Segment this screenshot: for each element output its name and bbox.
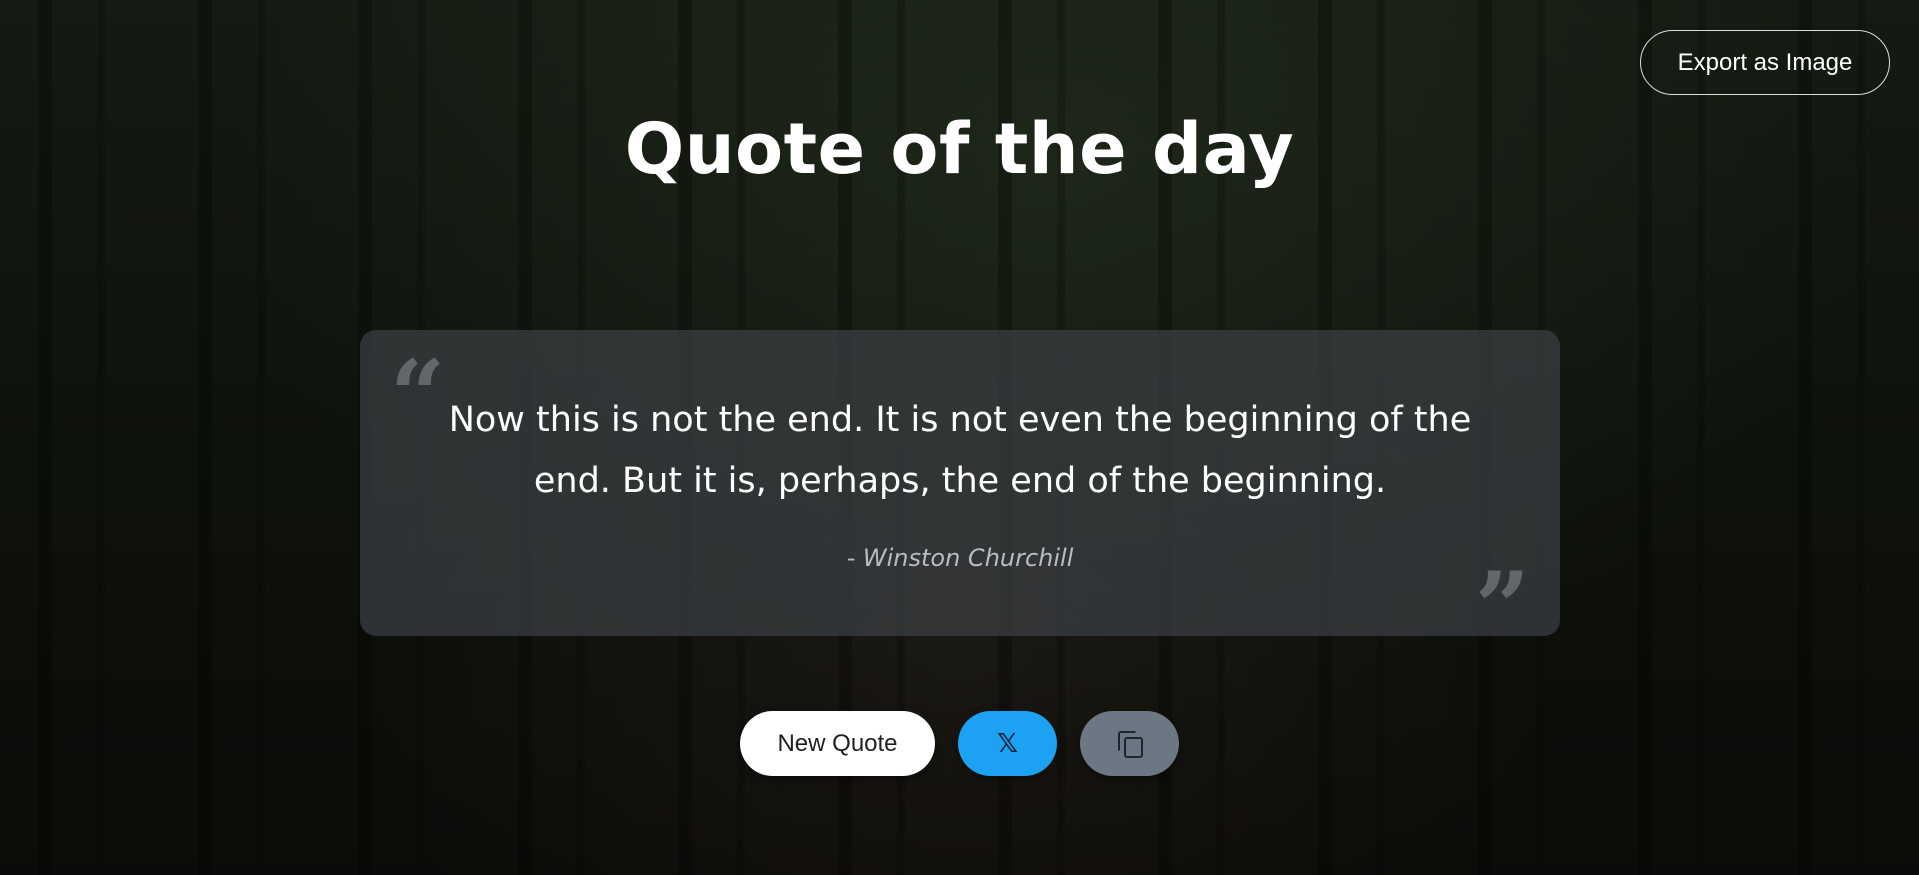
open-quote-icon: “ <box>390 339 446 452</box>
x-logo-icon: 𝕏 <box>997 728 1018 759</box>
quote-author: - Winston Churchill <box>846 544 1074 572</box>
page-title: Quote of the day <box>624 108 1295 190</box>
quote-actions: New Quote 𝕏 <box>0 711 1919 776</box>
quote-text: Now this is not the end. It is not even … <box>448 400 1472 501</box>
copy-icon <box>1117 730 1143 758</box>
export-as-image-button[interactable]: Export as Image <box>1640 30 1890 95</box>
copy-quote-button[interactable] <box>1080 711 1179 776</box>
quote-card: “ Now this is not the end. It is not eve… <box>360 330 1560 656</box>
close-quote-icon: ” <box>1474 551 1530 664</box>
share-on-x-button[interactable]: 𝕏 <box>958 711 1057 776</box>
new-quote-button[interactable]: New Quote <box>740 711 935 776</box>
